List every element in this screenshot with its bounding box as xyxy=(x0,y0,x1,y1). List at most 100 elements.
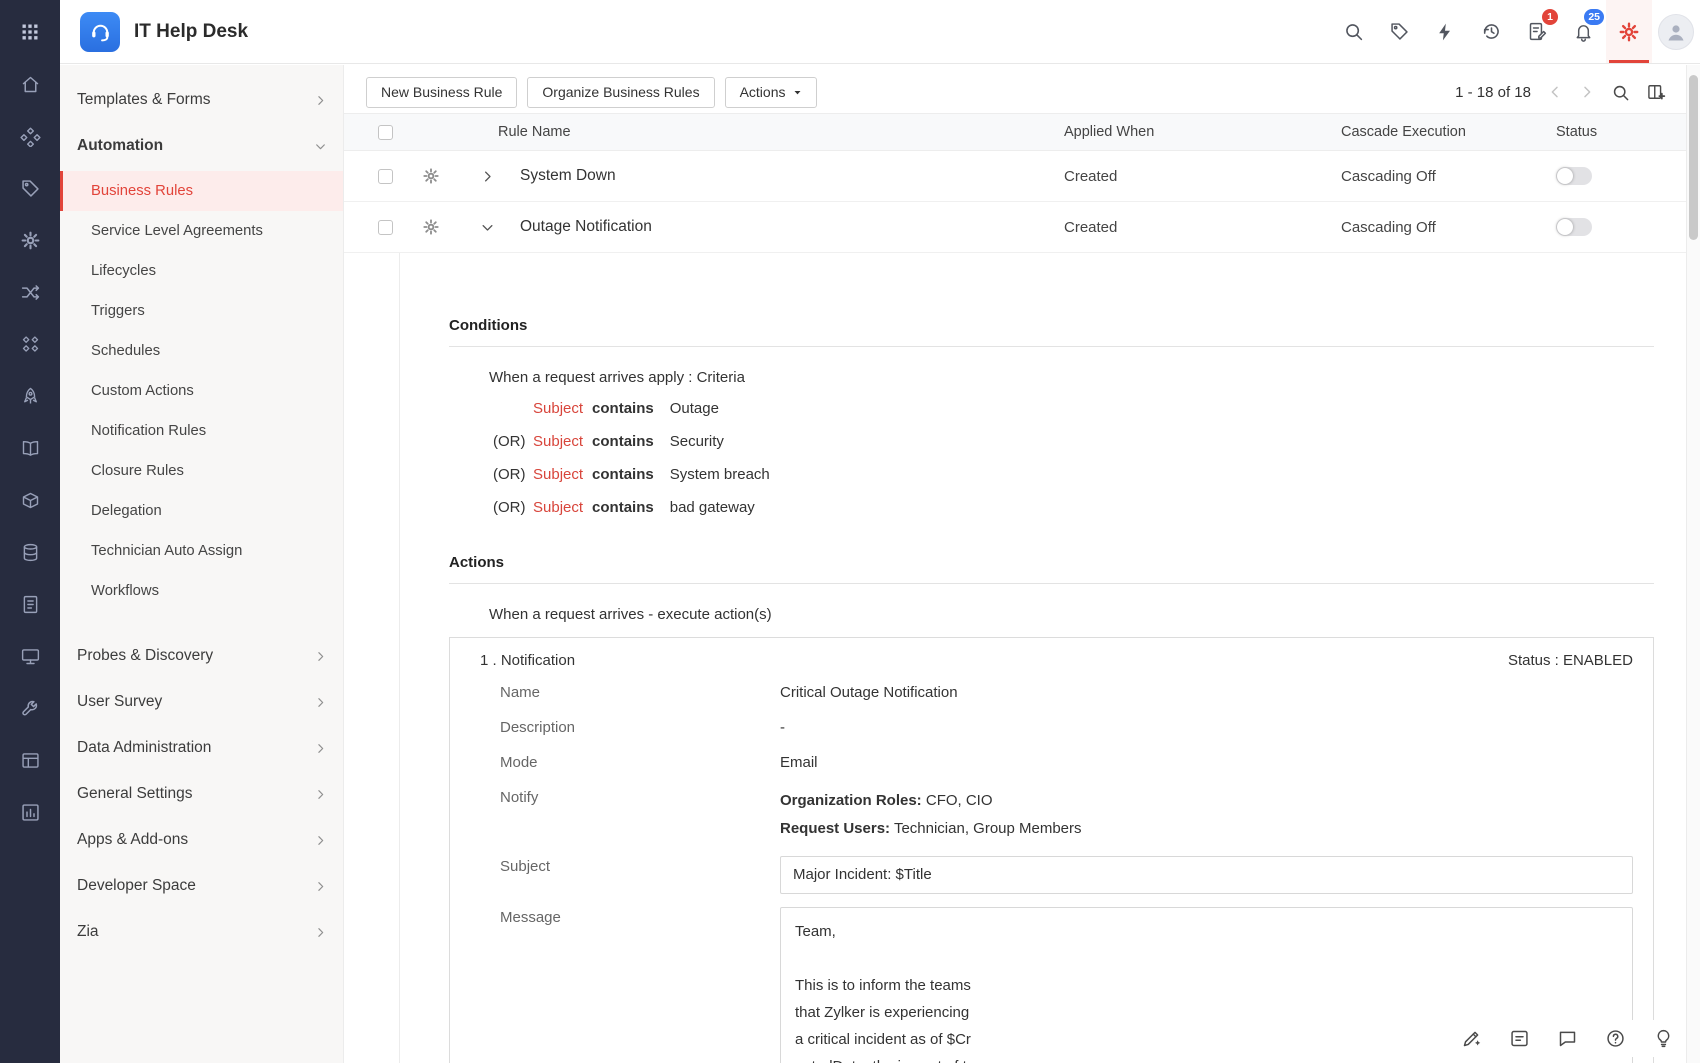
table-row[interactable]: System Down Created Cascading Off xyxy=(344,151,1686,202)
sidebar-item-closure-rules[interactable]: Closure Rules xyxy=(60,451,343,491)
app-launcher-icon[interactable] xyxy=(20,0,40,64)
rule-name[interactable]: System Down xyxy=(520,167,1064,185)
scrollbar-thumb[interactable] xyxy=(1689,75,1698,240)
list-toolbar: New Business Rule Organize Business Rule… xyxy=(344,65,1686,113)
sidebar-item-lifecycles[interactable]: Lifecycles xyxy=(60,251,343,291)
assets-box-icon[interactable] xyxy=(20,490,41,511)
expand-chevron-icon[interactable] xyxy=(480,169,520,184)
column-chooser-icon[interactable] xyxy=(1646,82,1666,102)
chevron-right-icon xyxy=(314,880,327,893)
sidebar-item-workflows[interactable]: Workflows xyxy=(60,571,343,611)
settings-gear-icon[interactable] xyxy=(1606,0,1652,63)
column-rule-name: Rule Name xyxy=(422,124,1064,140)
list-search-icon[interactable] xyxy=(1611,83,1630,102)
condition-row: Subject contains Outage xyxy=(449,392,1654,425)
condition-row: (OR) Subject contains Security xyxy=(449,425,1654,458)
sidebar-item-custom-actions[interactable]: Custom Actions xyxy=(60,371,343,411)
actions-intro: When a request arrives - execute action(… xyxy=(449,606,1654,623)
divider xyxy=(449,583,1654,584)
chevron-right-icon xyxy=(314,650,327,663)
toggle-knob xyxy=(1557,168,1573,184)
sidebar-item-technician-auto-assign[interactable]: Technician Auto Assign xyxy=(60,531,343,571)
sidebar-item-delegation[interactable]: Delegation xyxy=(60,491,343,531)
pagination-text: 1 - 18 of 18 xyxy=(1455,84,1531,101)
select-all-checkbox[interactable] xyxy=(378,125,393,140)
cascade-value: Cascading Off xyxy=(1341,219,1556,236)
sidebar-item-notification-rules[interactable]: Notification Rules xyxy=(60,411,343,451)
dashboard-layout-icon[interactable] xyxy=(20,750,41,771)
actions-dropdown-button[interactable]: Actions xyxy=(725,77,817,108)
table-header-row: Rule Name Applied When Cascade Execution… xyxy=(344,113,1686,151)
cmdb-database-icon[interactable] xyxy=(20,542,41,563)
purchase-invoice-icon[interactable] xyxy=(20,594,41,615)
history-icon[interactable] xyxy=(1468,0,1514,63)
modules-icon[interactable] xyxy=(20,126,41,147)
sidebar-item-zia[interactable]: Zia xyxy=(60,909,343,955)
projects-monitor-icon[interactable] xyxy=(20,646,41,667)
new-business-rule-button[interactable]: New Business Rule xyxy=(366,77,517,108)
home-icon[interactable] xyxy=(20,74,41,95)
tag-icon[interactable] xyxy=(1376,0,1422,63)
left-icon-rail xyxy=(0,0,60,1063)
zia-pencil-icon[interactable] xyxy=(1461,1028,1482,1049)
shuffle-icon[interactable] xyxy=(20,282,41,303)
collapse-chevron-icon[interactable] xyxy=(480,220,520,235)
sidebar-item-triggers[interactable]: Triggers xyxy=(60,291,343,331)
table-row[interactable]: Outage Notification Created Cascading Of… xyxy=(344,202,1686,253)
chevron-right-icon xyxy=(314,788,327,801)
rule-name[interactable]: Outage Notification xyxy=(520,218,1064,236)
whats-new-bulb-icon[interactable] xyxy=(1653,1028,1674,1049)
reports-chart-icon[interactable] xyxy=(20,802,41,823)
sidebar-item-schedules[interactable]: Schedules xyxy=(60,331,343,371)
cascade-value: Cascading Off xyxy=(1341,168,1556,185)
business-rules-main: New Business Rule Organize Business Rule… xyxy=(344,65,1686,1063)
sidebar-item-data-administration[interactable]: Data Administration xyxy=(60,725,343,771)
quick-actions-bolt-icon[interactable] xyxy=(1422,0,1468,63)
organize-business-rules-button[interactable]: Organize Business Rules xyxy=(527,77,714,108)
sidebar-item-apps-addons[interactable]: Apps & Add-ons xyxy=(60,817,343,863)
sidebar-item-probes-discovery[interactable]: Probes & Discovery xyxy=(60,633,343,679)
tasks-icon[interactable]: 1 xyxy=(1514,0,1560,63)
chevron-right-icon xyxy=(314,742,327,755)
prev-page-icon[interactable] xyxy=(1547,84,1563,100)
notifications-bell-icon[interactable]: 25 xyxy=(1560,0,1606,63)
sidebar-item-templates-forms[interactable]: Templates & Forms xyxy=(60,77,343,123)
sidebar-item-automation[interactable]: Automation xyxy=(60,123,343,169)
conditions-intro: When a request arrives apply : Criteria xyxy=(449,369,1654,386)
status-toggle[interactable] xyxy=(1556,218,1592,236)
setup-gear-icon[interactable] xyxy=(20,230,41,251)
knowledge-book-icon[interactable] xyxy=(20,438,41,459)
row-checkbox[interactable] xyxy=(378,169,393,184)
rule-detail-panel: Conditions When a request arrives apply … xyxy=(399,253,1686,1063)
launch-rocket-icon[interactable] xyxy=(20,386,41,407)
vertical-scrollbar[interactable] xyxy=(1686,65,1700,1063)
top-header: IT Help Desk 1 25 xyxy=(60,0,1700,64)
notifications-count-badge: 25 xyxy=(1584,9,1604,25)
search-icon[interactable] xyxy=(1330,0,1376,63)
row-settings-gear-icon[interactable] xyxy=(422,167,480,185)
status-toggle[interactable] xyxy=(1556,167,1592,185)
applied-when-value: Created xyxy=(1064,219,1341,236)
user-avatar[interactable] xyxy=(1658,14,1694,50)
next-page-icon[interactable] xyxy=(1579,84,1595,100)
sidebar-item-business-rules[interactable]: Business Rules xyxy=(60,171,343,211)
sidebar-item-service-level-agreements[interactable]: Service Level Agreements xyxy=(60,211,343,251)
page-title: IT Help Desk xyxy=(134,21,248,43)
app-logo xyxy=(80,12,120,52)
chevron-right-icon xyxy=(314,834,327,847)
sidebar-item-user-survey[interactable]: User Survey xyxy=(60,679,343,725)
help-icon[interactable] xyxy=(1605,1028,1626,1049)
field-row: Name Critical Outage Notification xyxy=(470,682,1633,704)
subject-row: Subject Major Incident: $Title xyxy=(470,856,1633,894)
row-settings-gear-icon[interactable] xyxy=(422,218,480,236)
subject-input[interactable]: Major Incident: $Title xyxy=(780,856,1633,894)
sidebar-item-developer-space[interactable]: Developer Space xyxy=(60,863,343,909)
apps-icon[interactable] xyxy=(20,334,41,355)
sidebar-item-general-settings[interactable]: General Settings xyxy=(60,771,343,817)
tags-icon[interactable] xyxy=(20,178,41,199)
feedback-note-icon[interactable] xyxy=(1509,1028,1530,1049)
row-checkbox[interactable] xyxy=(378,220,393,235)
chevron-right-icon xyxy=(314,94,327,107)
tools-wrench-icon[interactable] xyxy=(20,698,41,719)
chat-bubble-icon[interactable] xyxy=(1557,1028,1578,1049)
